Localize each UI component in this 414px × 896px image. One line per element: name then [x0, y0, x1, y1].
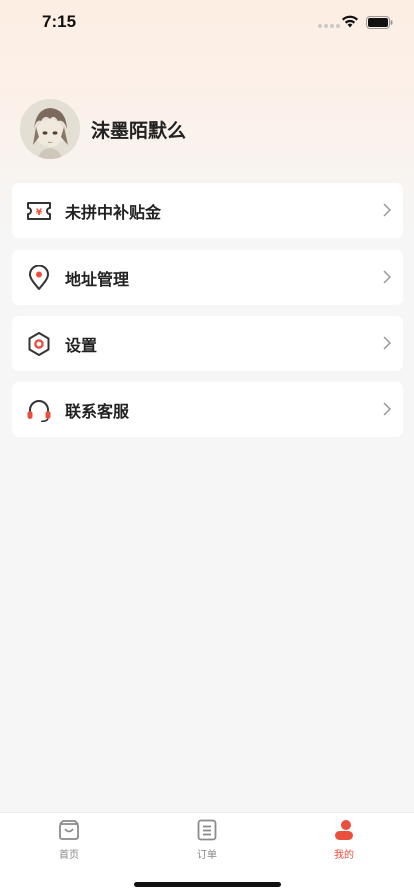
user-profile-header[interactable]: 沫墨陌默么	[20, 99, 186, 159]
tab-label: 首页	[59, 850, 79, 861]
home-indicator[interactable]	[134, 882, 281, 887]
tab-mine[interactable]: 我的	[304, 819, 384, 861]
tab-orders[interactable]: 订单	[167, 819, 247, 861]
headset-icon	[26, 397, 52, 423]
status-bar: 7:15	[0, 0, 414, 44]
menu-item-label: 未拼中补贴金	[65, 202, 162, 222]
chevron-right-icon	[383, 336, 391, 350]
shopping-bag-icon	[59, 820, 79, 840]
username: 沫墨陌默么	[91, 119, 187, 142]
location-pin-icon	[26, 264, 52, 291]
svg-text:¥: ¥	[36, 208, 43, 218]
menu-item-customer-service[interactable]: 联系客服	[12, 382, 403, 437]
tab-label: 订单	[197, 850, 217, 861]
settings-hexagon-icon	[26, 331, 52, 357]
menu-item-label: 设置	[65, 335, 98, 355]
chevron-right-icon	[383, 402, 391, 416]
avatar-illustration	[20, 99, 80, 159]
menu-item-settings[interactable]: 设置	[12, 316, 403, 371]
profile-icon	[335, 820, 353, 840]
avatar[interactable]	[20, 99, 80, 159]
coupon-ticket-icon: ¥	[26, 198, 52, 224]
tab-label: 我的	[334, 850, 354, 861]
chevron-right-icon	[383, 270, 391, 284]
cellular-signal-icon	[318, 24, 340, 28]
status-time: 7:15	[42, 12, 77, 31]
order-list-icon	[197, 819, 217, 841]
chevron-right-icon	[383, 203, 391, 217]
menu-item-address[interactable]: 地址管理	[12, 250, 403, 305]
menu-item-subsidy[interactable]: ¥ 未拼中补贴金	[12, 183, 403, 238]
battery-icon	[366, 16, 393, 29]
tab-home[interactable]: 首页	[29, 819, 109, 861]
menu-item-label: 地址管理	[65, 269, 130, 289]
wifi-icon	[342, 15, 358, 28]
menu-item-label: 联系客服	[65, 401, 130, 421]
